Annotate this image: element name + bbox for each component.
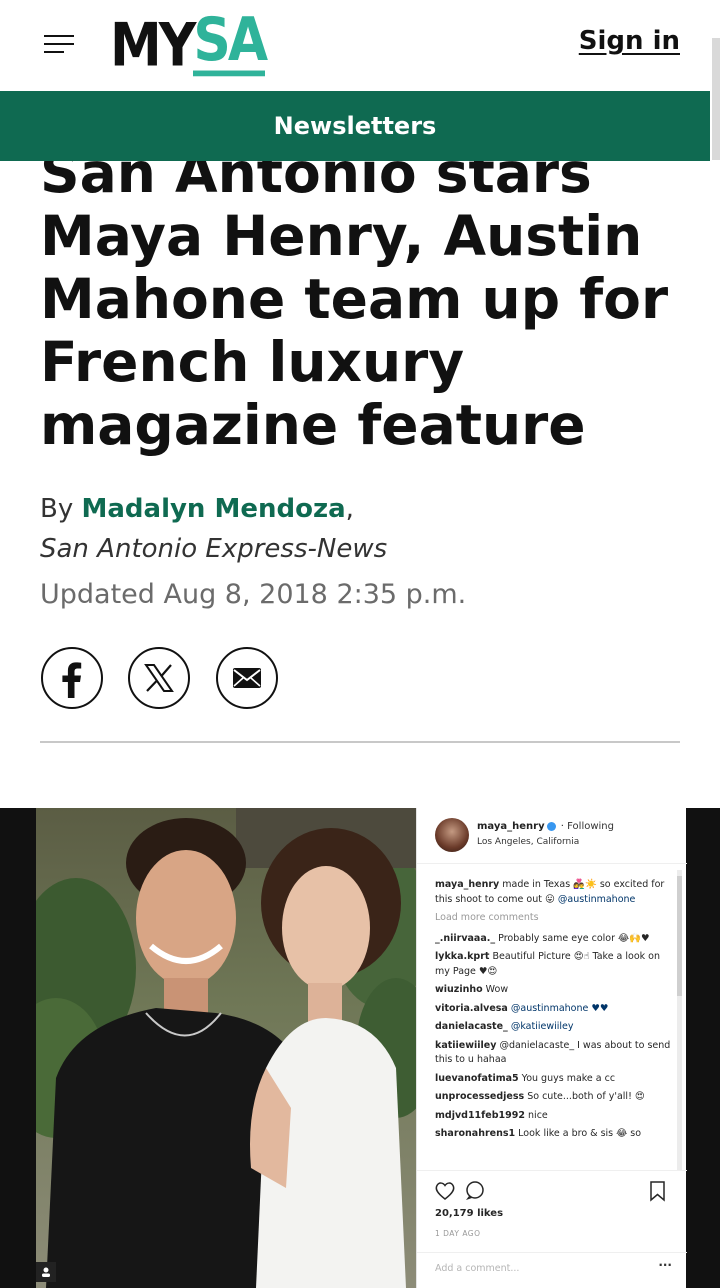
couple-photo-illustration [36,808,416,1288]
more-options-icon: ··· [658,1258,672,1272]
heart-icon [435,1182,455,1200]
bookmark-icon [650,1181,665,1202]
headline-line: Maya Henry, Austin [40,204,643,268]
list-item: katiiewiiley @danielacaste_ I was about … [435,1039,671,1066]
list-item: _.niirvaaa._ Probably same eye color 😂🙌♥ [435,932,650,944]
newsletters-label: Newsletters [273,112,437,140]
updated-timestamp: Updated Aug 8, 2018 2:35 p.m. [40,579,467,610]
author-link[interactable]: Madalyn Mendoza [82,494,346,524]
list-item: unprocessedjess So cute...both of y'all!… [435,1091,645,1102]
couple-photo [36,808,416,1288]
byline-comma: , [345,494,354,524]
instagram-embed-screenshot: maya_henry · Following Los Angeles, Cali… [416,808,687,1288]
email-icon [233,668,261,688]
byline-prefix: By [40,494,74,524]
divider [40,741,680,743]
article-lead-image[interactable]: maya_henry · Following Los Angeles, Cali… [0,808,720,1288]
publication-name: San Antonio Express-News [40,534,388,564]
instagram-time-ago: 1 DAY AGO [435,1229,481,1238]
load-more-comments: Load more comments [435,912,539,923]
instagram-caption: maya_henry made in Texas 👩‍❤️‍👨☀️ so exc… [435,879,665,905]
headline-line: French luxury [40,330,465,394]
instagram-location: Los Angeles, California [477,837,580,847]
byline: By Madalyn Mendoza, [40,494,354,524]
list-item: sharonahrens1 Look like a bro & sis 😂 so [435,1128,642,1139]
headline-line: Mahone team up for [40,267,669,331]
instagram-comments: maya_henry made in Texas 👩‍❤️‍👨☀️ so exc… [435,878,673,1146]
email-share-button[interactable] [216,647,278,709]
site-header: MY SA Sign in [0,0,720,91]
photo-credit-icon[interactable] [36,1262,56,1282]
mysa-logo[interactable]: MY SA [110,11,268,77]
hamburger-menu-icon[interactable] [44,35,76,53]
instagram-username: maya_henry · Following [477,821,614,832]
facebook-share-button[interactable] [41,647,103,709]
x-share-button[interactable] [128,647,190,709]
list-item: vitoria.alvesa @austinmahone ♥♥ [435,1002,609,1014]
facebook-icon [62,662,82,698]
instagram-actions [435,1180,675,1202]
article-headline: San Antonio stars Maya Henry, Austin Mah… [40,142,690,457]
list-item: danielacaste_ @katiiewiiley [435,1021,574,1032]
logo-sa: SA [193,6,268,77]
sign-in-link[interactable]: Sign in [579,26,680,56]
newsletters-bar[interactable]: Newsletters [0,91,710,161]
avatar [435,818,469,852]
list-item: luevanofatima5 You guys make a cc [435,1072,616,1084]
page-scrollbar[interactable] [710,38,720,160]
instagram-scrollbar [677,870,682,1170]
verified-badge-icon [546,821,556,831]
add-comment-placeholder: Add a comment... [435,1263,520,1274]
logo-my: MY [110,11,196,81]
headline-line: magazine feature [40,393,586,457]
x-icon [144,664,174,692]
list-item: mdjvd11feb1992 nice [435,1109,548,1121]
instagram-likes: 20,179 likes [435,1208,504,1219]
comment-icon [466,1181,484,1199]
list-item: wiuzinho Wow [435,984,509,995]
list-item: lykka.kprt Beautiful Picture 😍☝ Take a l… [435,951,661,977]
